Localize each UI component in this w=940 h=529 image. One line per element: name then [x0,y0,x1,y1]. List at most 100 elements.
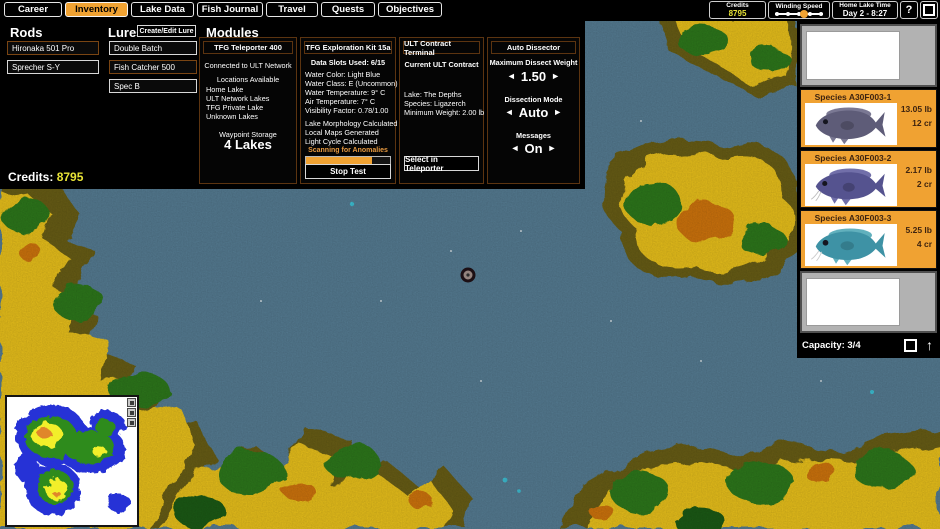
contract-minimum-weight: Minimum Weight: 2.00 lb [404,108,484,117]
depth-map-image [7,397,133,521]
tab-fish-journal[interactable]: Fish Journal [197,2,263,17]
stop-test-button[interactable]: Stop Test [305,164,391,179]
tab-objectives[interactable]: Objectives [378,2,442,17]
dissect-weight-stepper: ◄1.50► [488,68,579,86]
data-slots-used: Data Slots Used: 6/15 [301,58,395,67]
calc-light-cycle: Light Cycle Calculated [305,137,378,146]
fish-name: Species A30F003-1 [801,92,905,102]
location-item: Unknown Lakes [206,112,258,121]
messages-next-arrow[interactable]: ► [548,143,557,153]
store-all-icon[interactable] [904,339,917,352]
module-contract-terminal: ULT Contract Terminal Current ULT Contra… [399,37,484,184]
credits-display: Credits: 8795 [8,170,83,184]
window-mode-button[interactable] [920,1,938,19]
stat-water-temperature: Water Temperature: 9° C [305,88,385,97]
credits-value: 8795 [57,170,84,184]
rod-hironaka-501-pro[interactable]: Hironaka 501 Pro [7,41,99,55]
module-auto-dissector: Auto Dissector Maximum Dissect Weight ◄1… [487,37,580,184]
scan-progress-fill [306,157,372,164]
scanning-status: Scanning for Anomalies [301,146,395,155]
slider-tick [786,12,790,16]
slider-tick [775,12,779,16]
depth-minimap[interactable] [5,395,139,527]
credits-hud-label: Credits [726,2,748,9]
current-contract-header: Current ULT Contract [400,60,483,69]
credits-hud: Credits 8795 [709,1,766,19]
empty-slot-image-box [806,31,900,80]
weight-increase-arrow[interactable]: ► [551,71,560,81]
minimap-control-icon[interactable] [127,398,136,407]
create-edit-lure-button[interactable]: Create/Edit Lure [137,25,196,37]
winding-speed-slider[interactable] [775,10,823,18]
help-button[interactable]: ? [900,1,918,19]
rod-sprecher-s-y[interactable]: Sprecher S-Y [7,60,99,74]
home-lake-time-hud: Home Lake Time Day 2 - 8:27 [832,1,898,19]
rods-header: Rods [10,25,43,40]
capacity-label: Capacity: 3/4 [800,340,904,351]
lure-fish-catcher-500[interactable]: Fish Catcher 500 [109,60,197,74]
tab-travel[interactable]: Travel [266,2,318,17]
collapse-arrow-icon[interactable]: ↑ [926,338,933,352]
fish-credits: 12 cr [912,118,932,128]
dissection-mode-stepper: ◄ Auto ► [488,104,579,122]
fish-name: Species A30F003-2 [801,153,905,163]
home-lake-time-label: Home Lake Time [839,2,891,9]
dissection-mode-label: Dissection Mode [488,95,579,104]
hud-group: Credits 8795 Winding Speed Home Lake Tim… [709,1,938,19]
select-in-teleporter-button[interactable]: Select in Teleporter [404,156,479,171]
fish-weight: 13.05 lb [901,104,932,114]
location-item: TFG Private Lake [206,103,263,112]
slider-tick [819,12,823,16]
tab-career[interactable]: Career [4,2,62,17]
menu-tabs: Career Inventory Lake Data Fish Journal … [4,2,442,17]
slider-handle[interactable] [800,10,808,18]
auto-dissector-title: Auto Dissector [491,41,576,54]
fish-illustration [805,103,897,145]
game-screen: Career Inventory Lake Data Fish Journal … [0,0,940,529]
contract-species: Species: Ligazerch [404,99,466,108]
minimap-control-icon[interactable] [127,418,136,427]
minimap-control-icon[interactable] [127,408,136,417]
stat-water-color: Water Color: Light Blue [305,70,380,79]
fish-card-3[interactable]: Species A30F003-3 5.25 lb 4 [800,210,937,269]
winding-speed-hud: Winding Speed [768,1,830,19]
lure-double-batch[interactable]: Double Batch [109,41,197,55]
home-lake-time-value: Day 2 - 8:27 [843,9,887,18]
tab-quests[interactable]: Quests [321,2,375,17]
contract-terminal-title: ULT Contract Terminal [403,41,480,54]
messages-previous-arrow[interactable]: ◄ [511,143,520,153]
tab-lake-data[interactable]: Lake Data [131,2,194,17]
empty-catch-slot[interactable] [800,24,937,87]
fish-image-box [805,103,897,145]
player-marker [462,269,474,281]
minimap-controls [127,398,136,427]
inventory-panel: Rods Hironaka 501 Pro Sprecher S-Y Lures… [0,21,585,189]
module-exploration-kit: TFG Exploration Kit 15a Data Slots Used:… [300,37,396,184]
fish-credits: 4 cr [917,239,932,249]
location-item: ULT Network Lakes [206,94,269,103]
mode-next-arrow[interactable]: ► [553,107,562,117]
waypoint-storage-value: 4 Lakes [200,140,296,149]
fish-weight: 2.17 lb [906,165,932,175]
contract-lake: Lake: The Depths [404,90,461,99]
stat-air-temperature: Air Temperature: 7° C [305,97,375,106]
stat-visibility-factor: Visibility Factor: 0.78/1.00 [305,106,388,115]
fish-card-1[interactable]: Species A30F003-1 13.05 lb 12 cr [800,89,937,148]
fish-card-2[interactable]: Species A30F003-2 2.17 lb 2 [800,150,937,209]
module-teleporter: TFG Teleporter 400 Connected to ULT Netw… [199,37,297,184]
fish-illustration [805,224,897,266]
weight-decrease-arrow[interactable]: ◄ [507,71,516,81]
messages-label: Messages [488,131,579,140]
mode-previous-arrow[interactable]: ◄ [505,107,514,117]
lure-spec-b[interactable]: Spec B [109,79,197,93]
teleporter-status: Connected to ULT Network [200,61,296,70]
dissection-mode-value: Auto [519,105,549,120]
fish-name: Species A30F003-3 [801,213,905,223]
fish-credits: 2 cr [917,179,932,189]
credits-label: Credits: [8,170,53,184]
exploration-kit-title: TFG Exploration Kit 15a [304,41,392,54]
empty-catch-slot[interactable] [800,271,937,333]
tab-inventory[interactable]: Inventory [65,2,128,17]
fish-weight: 5.25 lb [906,225,932,235]
top-menu-bar: Career Inventory Lake Data Fish Journal … [0,0,940,21]
